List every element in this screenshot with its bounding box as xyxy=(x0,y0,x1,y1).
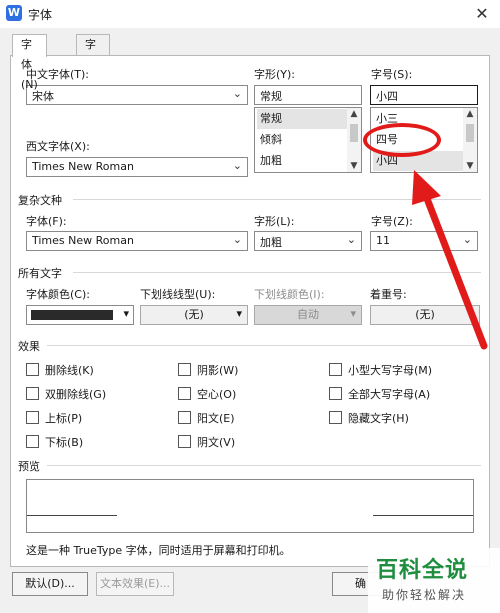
watermark: 百科全说 助你轻松解决 xyxy=(368,548,500,613)
annotation-arrow xyxy=(412,170,488,350)
tab-font[interactable]: 字体(N) xyxy=(12,34,47,91)
font-dialog: W 字体 ✕ 字体(N) 字符间距(R) 中文字体(T): 宋体 ⌄ 字形(Y)… xyxy=(0,0,500,613)
arrow-shaft xyxy=(422,192,488,350)
watermark-brand: 百科全说 xyxy=(376,558,469,583)
arrow-head xyxy=(412,170,441,205)
watermark-tagline: 助你轻松解决 xyxy=(382,588,467,602)
